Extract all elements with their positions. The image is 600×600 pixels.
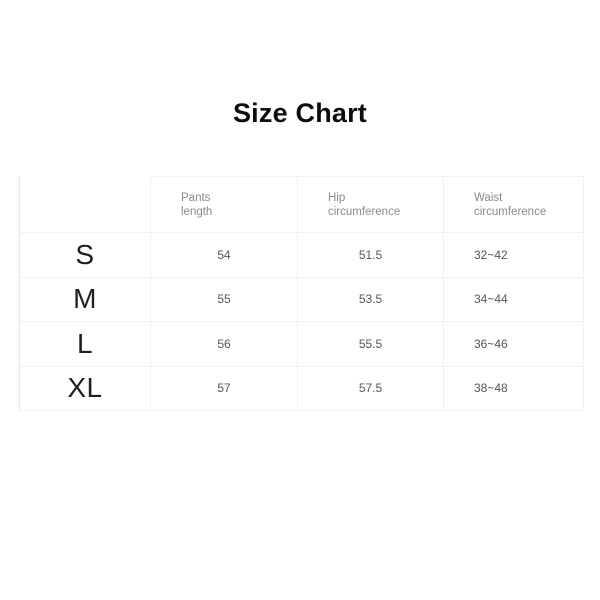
cell-pants-length: 55 <box>150 276 298 322</box>
cell-hip-circumference: 53.5 <box>297 276 444 322</box>
table-row: L 56 55.5 36~46 <box>19 321 584 367</box>
cell-size: S <box>19 232 151 278</box>
page-title: Size Chart <box>232 98 368 128</box>
cell-size: XL <box>19 365 151 411</box>
cell-waist-circumference: 36~46 <box>443 321 584 367</box>
cell-hip-circumference: 57.5 <box>297 365 444 411</box>
column-header-pants-length-line1: Pants <box>181 191 211 204</box>
cell-pants-length: 54 <box>150 232 298 278</box>
size-chart-page: Size Chart Pants length Hip circumferenc… <box>0 0 600 600</box>
column-header-waist-circumference: Waist circumference <box>443 176 584 233</box>
column-header-hip-circumference: Hip circumference <box>297 176 444 233</box>
size-chart-table: Pants length Hip circumference Waist cir… <box>19 176 584 411</box>
cell-waist-circumference: 34~44 <box>443 276 584 322</box>
column-header-pants-length-line2: length <box>181 205 213 218</box>
size-table-container: Pants length Hip circumference Waist cir… <box>19 176 584 411</box>
column-header-pants-length: Pants length <box>150 176 298 233</box>
column-header-waist-circumference-line1: Waist <box>474 191 503 204</box>
cell-waist-circumference-value: 38~48 <box>474 381 508 396</box>
cell-hip-circumference: 55.5 <box>297 321 444 367</box>
cell-waist-circumference-value: 34~44 <box>474 292 508 307</box>
column-header-waist-circumference-line2: circumference <box>474 205 547 218</box>
table-body: S 54 51.5 32~42 M 55 53.5 34~44 L 56 55.… <box>19 232 584 411</box>
cell-waist-circumference: 38~48 <box>443 365 584 411</box>
cell-waist-circumference-value: 32~42 <box>474 247 508 262</box>
column-header-size <box>19 176 151 233</box>
column-header-hip-circumference-line1: Hip <box>328 191 346 204</box>
cell-pants-length: 56 <box>150 321 298 367</box>
cell-waist-circumference-value: 36~46 <box>474 336 508 351</box>
cell-hip-circumference: 51.5 <box>297 232 444 278</box>
table-row: M 55 53.5 34~44 <box>19 276 584 322</box>
column-header-hip-circumference-line2: circumference <box>328 205 401 218</box>
cell-size: L <box>19 321 151 367</box>
table-row: XL 57 57.5 38~48 <box>19 365 584 411</box>
cell-pants-length: 57 <box>150 365 298 411</box>
cell-size: M <box>19 276 151 322</box>
table-header-row: Pants length Hip circumference Waist cir… <box>19 176 584 233</box>
table-header: Pants length Hip circumference Waist cir… <box>19 176 584 233</box>
cell-waist-circumference: 32~42 <box>443 232 584 278</box>
table-row: S 54 51.5 32~42 <box>19 232 584 278</box>
